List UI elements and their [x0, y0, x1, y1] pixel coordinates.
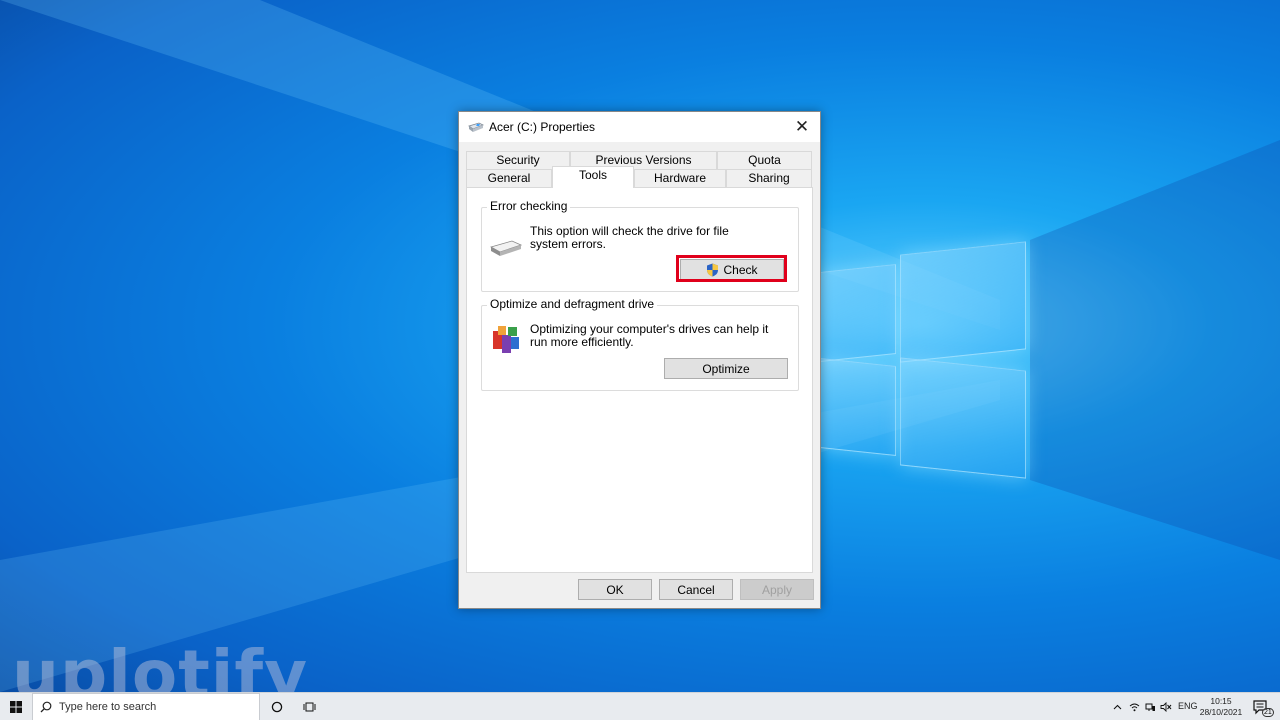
clock-time: 10:15 — [1210, 696, 1232, 706]
network-icon — [1145, 703, 1155, 711]
notification-count-badge: 21 — [1262, 708, 1274, 717]
dialog-title: Acer (C:) Properties — [489, 120, 596, 134]
drive-properties-dialog: Acer (C:) Properties ✕ Security Previous… — [458, 111, 821, 609]
show-hidden-icons-button[interactable] — [1110, 693, 1124, 720]
defragment-icon — [493, 326, 519, 353]
error-checking-legend: Error checking — [487, 199, 571, 213]
tab-tools[interactable]: Tools — [552, 166, 634, 188]
tab-hardware[interactable]: Hardware — [634, 169, 726, 188]
tab-quota[interactable]: Quota — [717, 151, 812, 170]
cortana-button[interactable] — [262, 693, 292, 720]
ok-button[interactable]: OK — [578, 579, 652, 600]
volume-muted-icon — [1160, 702, 1172, 712]
network-tray-button[interactable] — [1143, 693, 1157, 720]
start-button[interactable] — [0, 693, 32, 720]
optimize-group: Optimize and defragment drive Optimizing… — [481, 297, 799, 391]
optimize-button-label: Optimize — [702, 361, 750, 376]
volume-tray-button[interactable] — [1159, 693, 1173, 720]
uac-shield-icon — [707, 263, 719, 276]
search-placeholder: Type here to search — [59, 701, 157, 713]
error-checking-description: This option will check the drive for fil… — [530, 224, 729, 251]
optimize-description: Optimizing your computer's drives can he… — [530, 322, 769, 349]
taskbar-clock[interactable]: 10:15 28/10/2021 — [1198, 696, 1244, 718]
check-button[interactable]: Check — [680, 259, 784, 280]
taskbar-search-box[interactable]: Type here to search — [32, 693, 260, 720]
tab-sharing[interactable]: Sharing — [726, 169, 812, 188]
windows-logo-wallpaper — [820, 240, 1030, 480]
wifi-icon — [1129, 703, 1139, 712]
taskbar: Type here to search ENG 10:15 28/10/2021… — [0, 692, 1280, 720]
input-language-indicator[interactable]: ENG — [1178, 701, 1198, 711]
check-button-label: Check — [723, 262, 758, 277]
task-view-icon — [303, 702, 315, 712]
clock-date: 28/10/2021 — [1199, 707, 1243, 717]
hard-drive-icon — [490, 240, 522, 256]
chevron-up-icon — [1113, 704, 1121, 710]
cortana-icon — [271, 701, 283, 713]
optimize-button[interactable]: Optimize — [664, 358, 788, 379]
close-button[interactable]: ✕ — [784, 112, 820, 142]
optimize-legend: Optimize and defragment drive — [487, 297, 658, 311]
close-icon: ✕ — [794, 117, 810, 136]
drive-icon — [468, 122, 484, 132]
dialog-titlebar[interactable]: Acer (C:) Properties ✕ — [459, 112, 820, 142]
error-checking-group: Error checking This option will check th… — [481, 199, 799, 292]
apply-button[interactable]: Apply — [740, 579, 814, 600]
wifi-tray-button[interactable] — [1127, 693, 1141, 720]
search-icon — [33, 701, 59, 713]
cancel-button[interactable]: Cancel — [659, 579, 733, 600]
tools-tab-panel: Error checking This option will check th… — [466, 187, 813, 573]
tab-general[interactable]: General — [466, 169, 552, 188]
task-view-button[interactable] — [294, 693, 324, 720]
windows-start-icon — [10, 701, 22, 713]
